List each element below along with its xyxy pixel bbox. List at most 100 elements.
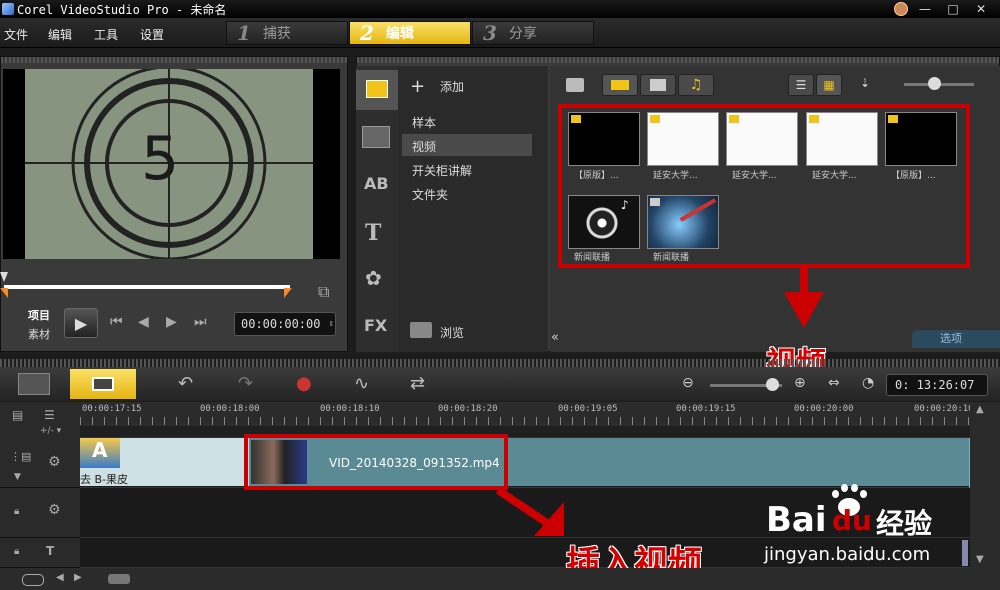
storyboard-view-button[interactable]	[18, 373, 50, 395]
thumbnail-size-knob[interactable]	[928, 77, 941, 90]
minimize-icon[interactable]: —	[912, 0, 938, 18]
menu-edit[interactable]: 编辑	[48, 26, 72, 43]
baidu-watermark: Bai du 经验 jingyan.baidu.com	[760, 478, 970, 578]
sound-mixer-icon[interactable]: ∿	[354, 373, 369, 394]
timecode-spinner-icon[interactable]: ⇕	[328, 319, 333, 329]
previous-frame-icon[interactable]: ◀	[138, 314, 149, 330]
duration-clock-icon[interactable]: ◔	[862, 375, 874, 391]
title-clip-text: 去 B-果皮	[80, 473, 129, 486]
collapse-library-icon[interactable]: «	[551, 330, 559, 345]
status-bar: ◀ ▶	[0, 568, 1000, 590]
fx-category-icon[interactable]: FX	[364, 316, 387, 335]
lock-icon[interactable]: 🔒︎	[14, 546, 19, 557]
scroll-left-icon[interactable]: ◀	[56, 572, 64, 583]
transition-category-icon[interactable]	[362, 126, 390, 148]
show-photos-button[interactable]	[640, 74, 676, 96]
ruler-tick-label: 00:00:20:00	[794, 404, 854, 414]
window-title: Corel VideoStudio Pro - 未命名	[17, 2, 227, 17]
horizontal-scroll-thumb[interactable]	[108, 574, 130, 584]
chapter-list-icon[interactable]: ☰	[44, 408, 55, 422]
project-duration-value: 0: 13:26:07	[895, 378, 975, 392]
options-label: 选项	[940, 332, 962, 345]
scroll-down-icon[interactable]: ▼	[976, 554, 984, 565]
video-track-header: ⋮▤ ▼ ⚙	[0, 438, 80, 488]
thumbnail-view-button[interactable]: ▦	[816, 74, 842, 96]
track-expand-icon[interactable]: ▼	[14, 472, 21, 482]
title-track-icon[interactable]: T	[46, 544, 54, 558]
library-category-column: AB T ✿ FX	[356, 66, 398, 352]
menu-settings[interactable]: 设置	[140, 26, 164, 43]
add-folder-label[interactable]: 添加	[440, 78, 464, 95]
show-audio-button[interactable]: ♫	[678, 74, 714, 96]
mode-clip-label[interactable]: 素材	[28, 326, 50, 342]
title-clip-thumb: A	[80, 438, 120, 468]
sort-icon[interactable]: ⇣	[860, 76, 870, 90]
ruler-tick-label: 00:00:18:00	[200, 404, 260, 414]
ruler-tick-label: 00:00:20:10	[914, 404, 974, 414]
timeline-view-button[interactable]	[70, 369, 136, 399]
track-options-icon[interactable]	[22, 574, 44, 586]
tab-capture[interactable]: 1 捕获	[226, 21, 348, 45]
tab-edit-label: 编辑	[385, 26, 414, 42]
preview-timecode[interactable]: 00:00:00:00 ⇕	[234, 312, 336, 336]
ripple-edit-icon[interactable]: ⋮▤	[10, 450, 31, 463]
timeline-scrollbar[interactable]	[970, 402, 1000, 568]
options-button[interactable]: 选项	[912, 330, 1000, 348]
track-manager-icon[interactable]: ▤	[12, 408, 23, 422]
scroll-up-icon[interactable]: ▲	[976, 404, 984, 415]
track-add-remove-icon[interactable]: +/- ▾	[40, 426, 61, 436]
video-track-icon[interactable]: ⚙	[48, 454, 61, 470]
scroll-right-icon[interactable]: ▶	[74, 572, 82, 583]
overlay-track-icon[interactable]: ⚙	[48, 502, 61, 518]
panel-grip[interactable]	[1, 57, 347, 63]
list-view-button[interactable]: ☰	[788, 74, 814, 96]
tree-item-switchgear[interactable]: 开关柜讲解	[412, 162, 472, 179]
scrubber-track[interactable]	[4, 285, 290, 289]
lock-icon[interactable]: 🔒︎	[14, 506, 19, 517]
library-grip[interactable]	[357, 57, 999, 63]
maximize-icon[interactable]: □	[940, 0, 966, 18]
tab-edit[interactable]: 2 编辑	[349, 21, 471, 45]
tab-share[interactable]: 3 分享	[472, 21, 594, 45]
close-icon[interactable]: ✕	[968, 0, 994, 18]
tree-item-folder[interactable]: 文件夹	[412, 186, 448, 203]
undo-icon[interactable]: ↶	[178, 373, 193, 394]
ruler-tick-label: 00:00:19:05	[558, 404, 618, 414]
zoom-knob[interactable]	[766, 378, 779, 391]
redo-icon[interactable]: ↷	[238, 373, 253, 394]
browse-icon[interactable]	[410, 322, 432, 338]
browse-label[interactable]: 浏览	[440, 324, 464, 341]
tree-item-samples[interactable]: 样本	[412, 114, 436, 131]
timeline-grip[interactable]	[0, 359, 1000, 367]
title-clip-letter: A	[92, 438, 108, 462]
app-badge-icon[interactable]	[888, 0, 914, 18]
next-frame-icon[interactable]: ▶	[166, 314, 177, 330]
track-manager-area: ▤ ☰ +/- ▾	[0, 402, 80, 438]
auto-music-icon[interactable]: ⇄	[410, 373, 425, 394]
zoom-out-icon[interactable]: ⊖	[682, 375, 694, 391]
go-to-start-icon[interactable]: ⏮	[110, 314, 123, 330]
go-to-end-icon[interactable]: ⏭	[194, 314, 207, 330]
baidu-url: jingyan.baidu.com	[764, 544, 931, 565]
open-folder-icon[interactable]	[566, 78, 584, 92]
mode-project-label[interactable]: 项目	[28, 307, 50, 323]
enlarge-preview-icon[interactable]: ⧉	[318, 282, 329, 302]
preview-timecode-value: 00:00:00:00	[241, 317, 321, 331]
title-clip[interactable]: A 去 B-果皮	[80, 438, 249, 486]
media-category-icon[interactable]	[356, 70, 398, 110]
play-button[interactable]: ▶	[64, 308, 98, 338]
record-capture-icon[interactable]: ●	[296, 373, 312, 394]
menu-file[interactable]: 文件	[4, 26, 28, 43]
countdown-frame: 5	[25, 65, 313, 261]
add-icon[interactable]: +	[410, 76, 425, 97]
zoom-in-icon[interactable]: ⊕	[794, 375, 806, 391]
countdown-number: 5	[141, 124, 180, 194]
fit-project-icon[interactable]: ⇔	[828, 375, 840, 391]
timeline-ruler[interactable]: 00:00:17:15 00:00:18:00 00:00:18:10 00:0…	[80, 402, 974, 426]
show-videos-button[interactable]	[602, 74, 638, 96]
tree-item-video[interactable]: 视频	[412, 138, 436, 155]
title-category-icon[interactable]: AB	[364, 174, 389, 193]
text-category-icon[interactable]: T	[365, 220, 381, 246]
menu-tools[interactable]: 工具	[94, 26, 118, 43]
graphic-category-icon[interactable]: ✿	[365, 266, 382, 290]
